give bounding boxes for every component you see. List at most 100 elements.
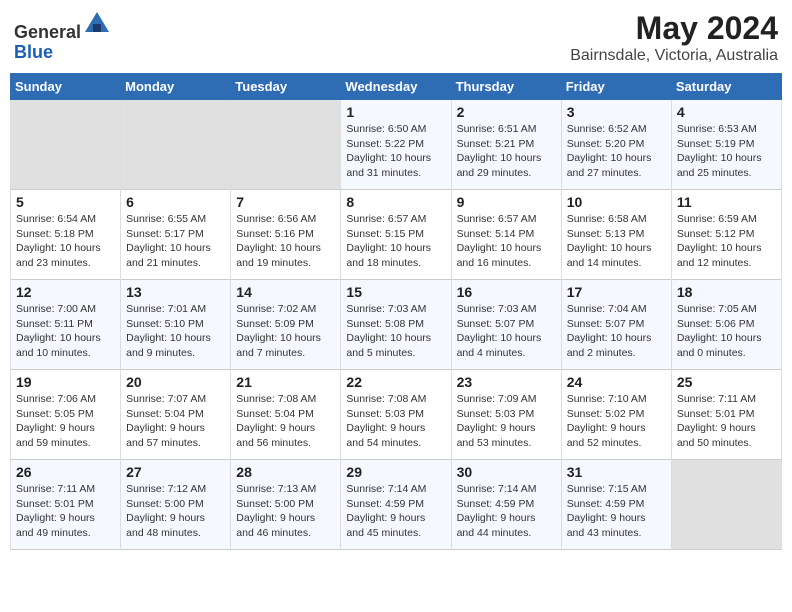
day-number: 20	[126, 374, 225, 390]
day-info: Sunrise: 6:57 AM Sunset: 5:14 PM Dayligh…	[457, 212, 556, 271]
day-info: Sunrise: 7:04 AM Sunset: 5:07 PM Dayligh…	[567, 302, 666, 361]
calendar-cell: 6 Sunrise: 6:55 AM Sunset: 5:17 PM Daylig…	[121, 190, 231, 280]
calendar-header-row: SundayMondayTuesdayWednesdayThursdayFrid…	[11, 74, 782, 100]
location-title: Bairnsdale, Victoria, Australia	[570, 47, 778, 65]
day-number: 5	[16, 194, 115, 210]
day-info: Sunrise: 7:11 AM Sunset: 5:01 PM Dayligh…	[677, 392, 776, 451]
calendar-cell: 30 Sunrise: 7:14 AM Sunset: 4:59 PM Dayli…	[451, 460, 561, 550]
day-number: 8	[346, 194, 445, 210]
day-info: Sunrise: 7:06 AM Sunset: 5:05 PM Dayligh…	[16, 392, 115, 451]
day-info: Sunrise: 7:07 AM Sunset: 5:04 PM Dayligh…	[126, 392, 225, 451]
calendar-cell: 19 Sunrise: 7:06 AM Sunset: 5:05 PM Dayli…	[11, 370, 121, 460]
day-info: Sunrise: 6:56 AM Sunset: 5:16 PM Dayligh…	[236, 212, 335, 271]
day-header-tuesday: Tuesday	[231, 74, 341, 100]
day-header-monday: Monday	[121, 74, 231, 100]
day-info: Sunrise: 7:10 AM Sunset: 5:02 PM Dayligh…	[567, 392, 666, 451]
calendar-cell: 22Sunrise: 7:08 AM Sunset: 5:03 PM Dayli…	[341, 370, 451, 460]
day-number: 26	[16, 464, 115, 480]
calendar-cell	[11, 100, 121, 190]
day-info: Sunrise: 7:01 AM Sunset: 5:10 PM Dayligh…	[126, 302, 225, 361]
logo: General Blue	[14, 10, 111, 63]
day-info: Sunrise: 6:54 AM Sunset: 5:18 PM Dayligh…	[16, 212, 115, 271]
day-info: Sunrise: 7:08 AM Sunset: 5:03 PM Dayligh…	[346, 392, 445, 451]
calendar-cell: 17 Sunrise: 7:04 AM Sunset: 5:07 PM Dayli…	[561, 280, 671, 370]
page-header: General Blue May 2024 Bairnsdale, Victor…	[10, 10, 782, 65]
day-number: 25	[677, 374, 776, 390]
day-number: 2	[457, 104, 556, 120]
calendar-cell: 16Sunrise: 7:03 AM Sunset: 5:07 PM Dayli…	[451, 280, 561, 370]
day-number: 27	[126, 464, 225, 480]
day-number: 15	[346, 284, 445, 300]
calendar-cell: 15 Sunrise: 7:03 AM Sunset: 5:08 PM Dayli…	[341, 280, 451, 370]
day-number: 7	[236, 194, 335, 210]
calendar-cell: 13 Sunrise: 7:01 AM Sunset: 5:10 PM Dayli…	[121, 280, 231, 370]
calendar-week-row: 26 Sunrise: 7:11 AM Sunset: 5:01 PM Dayli…	[11, 460, 782, 550]
calendar-cell: 24 Sunrise: 7:10 AM Sunset: 5:02 PM Dayli…	[561, 370, 671, 460]
day-number: 31	[567, 464, 666, 480]
calendar-cell: 10Sunrise: 6:58 AM Sunset: 5:13 PM Dayli…	[561, 190, 671, 280]
calendar-cell: 4 Sunrise: 6:53 AM Sunset: 5:19 PM Daylig…	[671, 100, 781, 190]
title-block: May 2024 Bairnsdale, Victoria, Australia	[570, 10, 778, 65]
day-info: Sunrise: 7:08 AM Sunset: 5:04 PM Dayligh…	[236, 392, 335, 451]
calendar-cell: 23 Sunrise: 7:09 AM Sunset: 5:03 PM Dayli…	[451, 370, 561, 460]
calendar-cell: 2 Sunrise: 6:51 AM Sunset: 5:21 PM Daylig…	[451, 100, 561, 190]
day-number: 14	[236, 284, 335, 300]
calendar-cell: 12 Sunrise: 7:00 AM Sunset: 5:11 PM Dayli…	[11, 280, 121, 370]
calendar-cell: 27 Sunrise: 7:12 AM Sunset: 5:00 PM Dayli…	[121, 460, 231, 550]
day-header-friday: Friday	[561, 74, 671, 100]
calendar-cell: 5 Sunrise: 6:54 AM Sunset: 5:18 PM Daylig…	[11, 190, 121, 280]
day-number: 18	[677, 284, 776, 300]
calendar-cell: 14 Sunrise: 7:02 AM Sunset: 5:09 PM Dayli…	[231, 280, 341, 370]
day-header-wednesday: Wednesday	[341, 74, 451, 100]
day-number: 11	[677, 194, 776, 210]
calendar-cell	[671, 460, 781, 550]
day-info: Sunrise: 7:15 AM Sunset: 4:59 PM Dayligh…	[567, 482, 666, 541]
day-info: Sunrise: 7:02 AM Sunset: 5:09 PM Dayligh…	[236, 302, 335, 361]
day-info: Sunrise: 6:55 AM Sunset: 5:17 PM Dayligh…	[126, 212, 225, 271]
day-number: 9	[457, 194, 556, 210]
calendar-cell: 8Sunrise: 6:57 AM Sunset: 5:15 PM Daylig…	[341, 190, 451, 280]
day-info: Sunrise: 7:03 AM Sunset: 5:08 PM Dayligh…	[346, 302, 445, 361]
calendar-cell: 26 Sunrise: 7:11 AM Sunset: 5:01 PM Dayli…	[11, 460, 121, 550]
logo-general-text: General	[14, 22, 81, 42]
calendar-week-row: 1 Sunrise: 6:50 AM Sunset: 5:22 PM Daylig…	[11, 100, 782, 190]
day-number: 10	[567, 194, 666, 210]
calendar-cell: 29Sunrise: 7:14 AM Sunset: 4:59 PM Dayli…	[341, 460, 451, 550]
day-number: 19	[16, 374, 115, 390]
day-info: Sunrise: 6:50 AM Sunset: 5:22 PM Dayligh…	[346, 122, 445, 181]
day-info: Sunrise: 7:14 AM Sunset: 4:59 PM Dayligh…	[457, 482, 556, 541]
day-info: Sunrise: 7:00 AM Sunset: 5:11 PM Dayligh…	[16, 302, 115, 361]
day-number: 12	[16, 284, 115, 300]
day-number: 28	[236, 464, 335, 480]
calendar-table: SundayMondayTuesdayWednesdayThursdayFrid…	[10, 73, 782, 550]
calendar-cell: 31 Sunrise: 7:15 AM Sunset: 4:59 PM Dayli…	[561, 460, 671, 550]
day-number: 17	[567, 284, 666, 300]
day-info: Sunrise: 7:11 AM Sunset: 5:01 PM Dayligh…	[16, 482, 115, 541]
day-number: 24	[567, 374, 666, 390]
logo-icon	[83, 10, 111, 38]
day-info: Sunrise: 7:05 AM Sunset: 5:06 PM Dayligh…	[677, 302, 776, 361]
day-number: 30	[457, 464, 556, 480]
day-number: 1	[346, 104, 445, 120]
month-title: May 2024	[570, 10, 778, 47]
day-info: Sunrise: 7:12 AM Sunset: 5:00 PM Dayligh…	[126, 482, 225, 541]
day-number: 21	[236, 374, 335, 390]
day-number: 16	[457, 284, 556, 300]
calendar-cell: 18 Sunrise: 7:05 AM Sunset: 5:06 PM Dayli…	[671, 280, 781, 370]
day-number: 23	[457, 374, 556, 390]
day-info: Sunrise: 7:09 AM Sunset: 5:03 PM Dayligh…	[457, 392, 556, 451]
day-number: 29	[346, 464, 445, 480]
calendar-cell: 7 Sunrise: 6:56 AM Sunset: 5:16 PM Daylig…	[231, 190, 341, 280]
day-header-saturday: Saturday	[671, 74, 781, 100]
day-number: 6	[126, 194, 225, 210]
day-info: Sunrise: 6:53 AM Sunset: 5:19 PM Dayligh…	[677, 122, 776, 181]
calendar-week-row: 5 Sunrise: 6:54 AM Sunset: 5:18 PM Daylig…	[11, 190, 782, 280]
day-info: Sunrise: 6:59 AM Sunset: 5:12 PM Dayligh…	[677, 212, 776, 271]
day-header-sunday: Sunday	[11, 74, 121, 100]
day-number: 4	[677, 104, 776, 120]
day-info: Sunrise: 6:51 AM Sunset: 5:21 PM Dayligh…	[457, 122, 556, 181]
day-info: Sunrise: 7:13 AM Sunset: 5:00 PM Dayligh…	[236, 482, 335, 541]
day-number: 13	[126, 284, 225, 300]
calendar-cell: 20 Sunrise: 7:07 AM Sunset: 5:04 PM Dayli…	[121, 370, 231, 460]
calendar-week-row: 12 Sunrise: 7:00 AM Sunset: 5:11 PM Dayli…	[11, 280, 782, 370]
